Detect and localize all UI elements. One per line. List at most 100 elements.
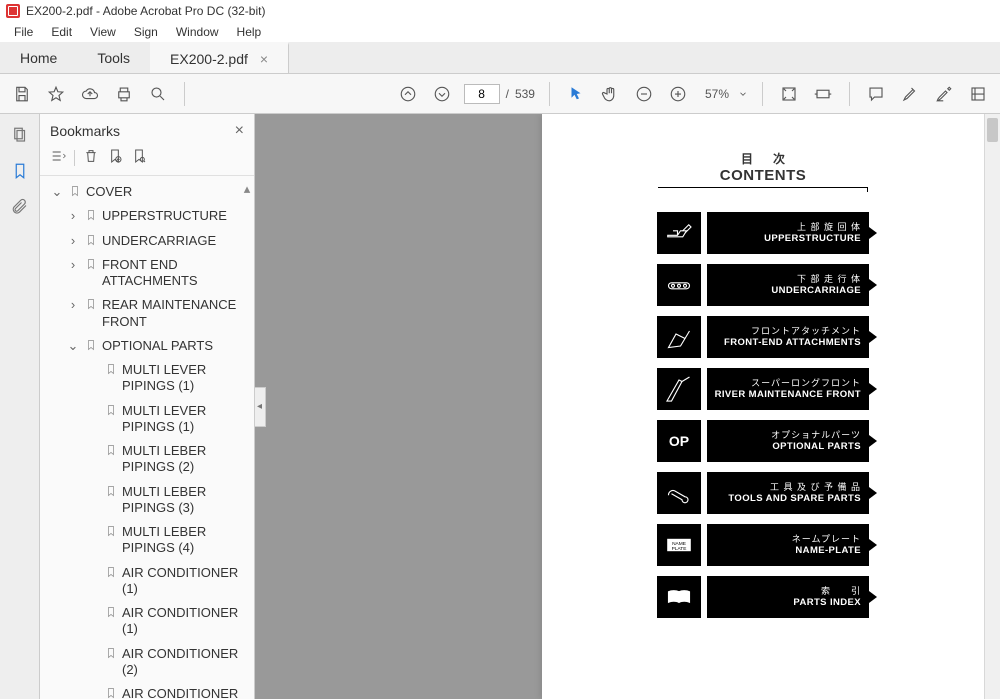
zoom-dropdown[interactable]: 57% (700, 85, 748, 103)
section-jp: 工 具 及 び 予 備 品 (770, 482, 861, 493)
section-en: TOOLS AND SPARE PARTS (728, 493, 861, 504)
chevron-right-icon[interactable]: › (66, 208, 80, 224)
bookmarks-add-icon[interactable] (107, 148, 123, 167)
more-tools-icon[interactable] (966, 82, 990, 106)
bookmark-icon (104, 605, 118, 619)
bookmark-mlv1[interactable]: MULTI LEVER PIPINGS (1) (44, 358, 254, 399)
hand-icon[interactable] (598, 82, 622, 106)
chevron-right-icon[interactable]: › (66, 233, 80, 249)
sign-pen-icon[interactable] (932, 82, 956, 106)
section-jp: フロントアタッチメント (751, 326, 861, 337)
menu-help[interactable]: Help (229, 23, 270, 41)
section-en: UPPERSTRUCTURE (764, 233, 861, 244)
bookmark-label: OPTIONAL PARTS (102, 338, 213, 354)
zoom-out-icon[interactable] (632, 82, 656, 106)
bookmark-optional[interactable]: ⌄ OPTIONAL PARTS (44, 334, 254, 358)
section-jp: 上 部 旋 回 体 (797, 222, 861, 233)
contents-heading-jp: 目次 (678, 150, 868, 167)
panel-collapse-handle[interactable]: ◂ (255, 387, 266, 427)
chevron-right-icon[interactable]: › (66, 297, 80, 313)
tab-tools[interactable]: Tools (77, 42, 150, 73)
bookmark-ac2b[interactable]: AIR CONDITIONER (2) (44, 682, 254, 699)
page-input[interactable] (464, 84, 500, 104)
section-jp: スーパーロングフロント (751, 378, 861, 389)
bookmark-label: AIR CONDITIONER (1) (122, 565, 250, 598)
document-page: 目次 CONTENTS 上 部 旋 回 体 UPPERSTRUCTURE 下 部… (542, 114, 984, 699)
star-icon[interactable] (44, 82, 68, 106)
bookmarks-find-icon[interactable] (131, 148, 147, 167)
bookmark-ac1b[interactable]: AIR CONDITIONER (1) (44, 601, 254, 642)
bookmarks-icon[interactable] (9, 160, 31, 182)
menu-edit[interactable]: Edit (43, 23, 80, 41)
bookmark-rear-maint[interactable]: › REAR MAINTENANCE FRONT (44, 293, 254, 334)
bookmarks-tools (40, 144, 254, 176)
chevron-down-icon[interactable]: ⌄ (66, 338, 80, 354)
section-jp: オプショナルパーツ (771, 430, 861, 441)
main-area: Bookmarks × ▴ ⌄ COVER › UPPERSTRUCTURE (0, 114, 1000, 699)
document-viewer[interactable]: ◂ 目次 CONTENTS 上 部 旋 回 体 UPPERSTRUCTURE (255, 114, 1000, 699)
menu-window[interactable]: Window (168, 23, 227, 41)
chevron-down-icon[interactable]: ⌄ (50, 184, 64, 200)
page-up-icon[interactable] (396, 82, 420, 106)
menu-sign[interactable]: Sign (126, 23, 166, 41)
bookmarks-delete-icon[interactable] (83, 148, 99, 167)
bookmark-label: MULTI LEBER PIPINGS (3) (122, 484, 250, 517)
toolbar-separator (549, 82, 550, 106)
bookmark-undercarriage[interactable]: › UNDERCARRIAGE (44, 229, 254, 253)
search-icon[interactable] (146, 82, 170, 106)
toolbar-separator (762, 82, 763, 106)
fit-page-icon[interactable] (777, 82, 801, 106)
bookmark-label: REAR MAINTENANCE FRONT (102, 297, 250, 330)
attachments-icon[interactable] (9, 196, 31, 218)
window-title: EX200-2.pdf - Adobe Acrobat Pro DC (32-b… (26, 4, 265, 18)
thumbnails-icon[interactable] (9, 124, 31, 146)
bookmark-upperstructure[interactable]: › UPPERSTRUCTURE (44, 204, 254, 228)
bookmark-label: UNDERCARRIAGE (102, 233, 216, 249)
print-icon[interactable] (112, 82, 136, 106)
section-undercarriage: 下 部 走 行 体 UNDERCARRIAGE (657, 264, 869, 306)
pointer-icon[interactable] (564, 82, 588, 106)
chevron-right-icon[interactable]: › (66, 257, 80, 273)
bookmark-ac1[interactable]: AIR CONDITIONER (1) (44, 561, 254, 602)
tab-home[interactable]: Home (0, 42, 77, 73)
tab-close-icon[interactable]: × (260, 51, 268, 67)
bookmark-icon (104, 443, 118, 457)
bookmark-mlb2[interactable]: MULTI LEBER PIPINGS (2) (44, 439, 254, 480)
section-river-maint: スーパーロングフロント RIVER MAINTENANCE FRONT (657, 368, 869, 410)
page-down-icon[interactable] (430, 82, 454, 106)
scrollbar-thumb[interactable] (987, 118, 998, 142)
cloud-upload-icon[interactable] (78, 82, 102, 106)
section-index: 索 引 PARTS INDEX (657, 576, 869, 618)
op-text-icon: OP (657, 420, 701, 462)
bookmark-label: UPPERSTRUCTURE (102, 208, 227, 224)
bookmark-front-end[interactable]: › FRONT END ATTACHMENTS (44, 253, 254, 294)
bookmark-icon (84, 208, 98, 222)
bookmarks-options-icon[interactable] (50, 148, 66, 167)
wrench-icon (657, 472, 701, 514)
bookmark-icon (104, 524, 118, 538)
tab-document[interactable]: EX200-2.pdf × (150, 42, 289, 73)
bookmark-mlb3[interactable]: MULTI LEBER PIPINGS (3) (44, 480, 254, 521)
comment-icon[interactable] (864, 82, 888, 106)
save-icon[interactable] (10, 82, 34, 106)
bookmark-cover[interactable]: ⌄ COVER (44, 180, 254, 204)
bookmarks-tree[interactable]: ▴ ⌄ COVER › UPPERSTRUCTURE › UNDERCARRIA… (40, 176, 254, 699)
section-jp: 下 部 走 行 体 (797, 274, 861, 285)
bookmark-mlb4[interactable]: MULTI LEBER PIPINGS (4) (44, 520, 254, 561)
bookmark-label: FRONT END ATTACHMENTS (102, 257, 250, 290)
section-en: UNDERCARRIAGE (771, 285, 861, 296)
bookmark-mlv1b[interactable]: MULTI LEVER PIPINGS (1) (44, 399, 254, 440)
highlight-icon[interactable] (898, 82, 922, 106)
bookmarks-close-icon[interactable]: × (235, 122, 244, 140)
toolbar-separator (849, 82, 850, 106)
menu-file[interactable]: File (6, 23, 41, 41)
bookmark-label: COVER (86, 184, 132, 200)
section-nameplate: NAMEPLATE ネームプレート NAME-PLATE (657, 524, 869, 566)
vertical-scrollbar[interactable] (984, 114, 1000, 699)
section-en: OPTIONAL PARTS (772, 441, 861, 452)
bookmark-ac2[interactable]: AIR CONDITIONER (2) (44, 642, 254, 683)
bookmark-icon (104, 484, 118, 498)
fit-width-icon[interactable] (811, 82, 835, 106)
menu-view[interactable]: View (82, 23, 124, 41)
zoom-in-icon[interactable] (666, 82, 690, 106)
